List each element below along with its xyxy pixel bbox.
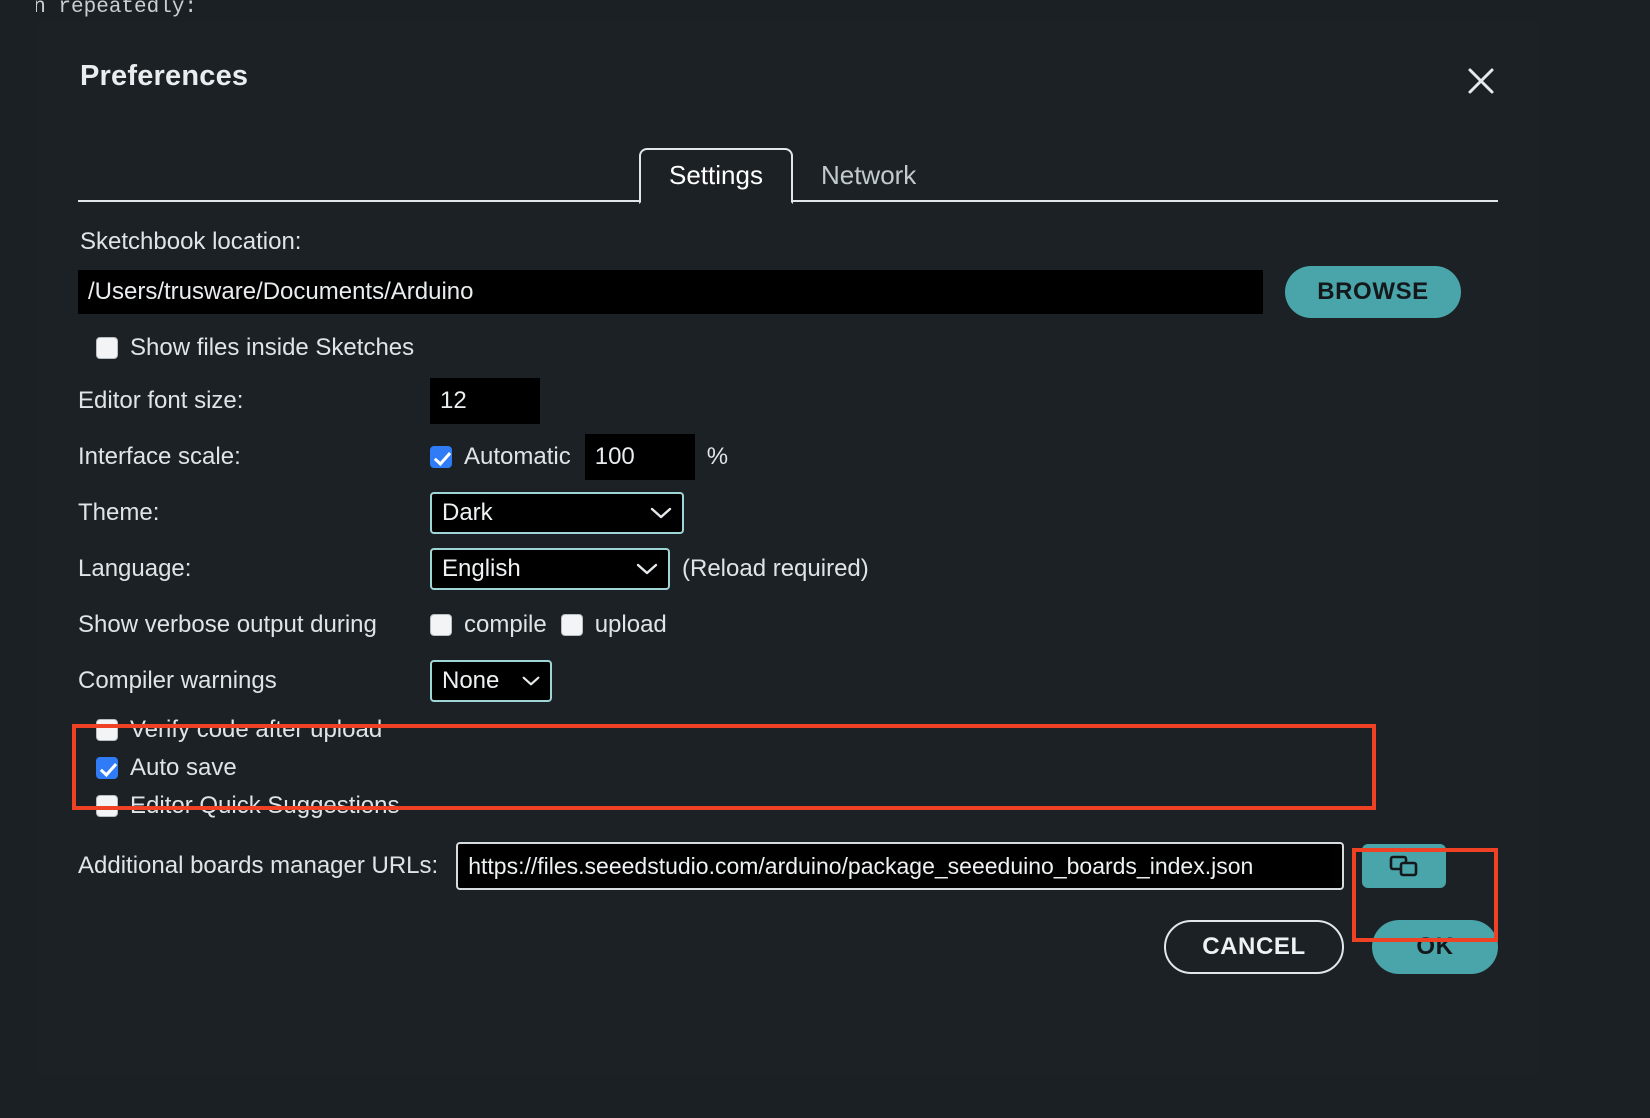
show-files-inside-sketches-checkbox[interactable]: [96, 337, 118, 359]
show-files-inside-sketches-row[interactable]: Show files inside Sketches: [96, 334, 1498, 362]
language-select[interactable]: English: [430, 548, 670, 590]
preferences-dialog: Preferences Settings Network Sketchbook …: [36, 22, 1540, 1074]
editor-quick-suggestions-checkbox[interactable]: [96, 795, 118, 817]
additional-boards-urls-row: Additional boards manager URLs:: [78, 842, 1498, 890]
editor-quick-suggestions-row[interactable]: Editor Quick Suggestions: [96, 792, 1498, 820]
verbose-output-row: Show verbose output during compile uploa…: [78, 600, 1498, 650]
compiler-warnings-select[interactable]: None: [430, 660, 552, 702]
interface-scale-row: Interface scale: Automatic %: [78, 432, 1498, 482]
language-row: Language: English (Reload required): [78, 544, 1498, 594]
editor-font-size-label: Editor font size:: [78, 387, 244, 414]
sketchbook-location-label: Sketchbook location:: [80, 228, 302, 255]
language-label: Language:: [78, 555, 192, 582]
console-output-text: run repeatedly:: [8, 0, 198, 19]
verbose-compile-checkbox[interactable]: [430, 614, 452, 636]
auto-save-label: Auto save: [130, 754, 237, 781]
theme-label: Theme:: [78, 499, 160, 526]
verbose-upload-checkbox[interactable]: [560, 614, 583, 636]
dialog-header: Preferences: [36, 22, 1540, 114]
backdrop-right-gutter: [1540, 0, 1650, 1118]
tab-settings[interactable]: Settings: [639, 148, 793, 204]
tab-network[interactable]: Network: [793, 150, 944, 202]
auto-save-row[interactable]: Auto save: [96, 754, 1498, 782]
compiler-warnings-row: Compiler warnings None: [78, 656, 1498, 706]
dialog-footer: CANCEL OK: [1164, 920, 1498, 974]
external-window-icon[interactable]: [1362, 844, 1447, 888]
editor-font-size-input[interactable]: [430, 378, 540, 424]
editor-quick-suggestions-label: Editor Quick Suggestions: [130, 792, 400, 819]
tab-network-label: Network: [820, 160, 917, 190]
language-select-value: English: [442, 555, 521, 582]
additional-boards-urls-input[interactable]: [456, 842, 1345, 890]
interface-scale-automatic-checkbox[interactable]: [430, 446, 452, 468]
tab-settings-label: Settings: [669, 160, 763, 190]
show-files-inside-sketches-label: Show files inside Sketches: [130, 334, 415, 361]
verify-code-after-upload-checkbox[interactable]: [96, 719, 118, 741]
verify-code-after-upload-row[interactable]: Verify code after upload: [96, 716, 1498, 744]
settings-panel: Sketchbook location: BROWSE Show files i…: [36, 202, 1540, 890]
page-title: Preferences: [80, 60, 249, 92]
compiler-warnings-label: Compiler warnings: [78, 667, 277, 694]
verbose-output-label: Show verbose output during: [78, 611, 377, 638]
theme-select[interactable]: Dark: [430, 492, 684, 534]
backdrop-left-gutter: [0, 0, 36, 1118]
ok-button[interactable]: OK: [1372, 920, 1498, 974]
chevron-down-icon: [522, 675, 540, 687]
interface-scale-label: Interface scale:: [78, 443, 241, 470]
browse-button[interactable]: BROWSE: [1285, 266, 1461, 318]
interface-scale-value-input[interactable]: [584, 434, 695, 480]
auto-save-checkbox[interactable]: [96, 757, 118, 779]
compiler-warnings-select-value: None: [442, 667, 500, 694]
cancel-button[interactable]: CANCEL: [1164, 920, 1344, 974]
theme-select-value: Dark: [442, 499, 493, 526]
verbose-upload-label: upload: [594, 611, 667, 638]
interface-scale-automatic-label: Automatic: [464, 443, 571, 470]
additional-boards-urls-label: Additional boards manager URLs:: [78, 852, 439, 879]
verify-code-after-upload-label: Verify code after upload: [130, 716, 383, 743]
language-reload-note: (Reload required): [682, 555, 869, 582]
backdrop-bottom-strip: [0, 1076, 1650, 1118]
sketchbook-location-row: BROWSE: [78, 266, 1498, 318]
tab-bar: Settings Network: [36, 142, 1540, 204]
sketchbook-location-input[interactable]: [78, 270, 1263, 314]
chevron-down-icon: [650, 506, 672, 520]
editor-font-size-row: Editor font size:: [78, 376, 1498, 426]
close-icon[interactable]: [1462, 62, 1500, 100]
verbose-compile-label: compile: [464, 611, 547, 638]
theme-row: Theme: Dark: [78, 488, 1498, 538]
interface-scale-unit-label: %: [706, 443, 729, 470]
chevron-down-icon: [636, 562, 658, 576]
